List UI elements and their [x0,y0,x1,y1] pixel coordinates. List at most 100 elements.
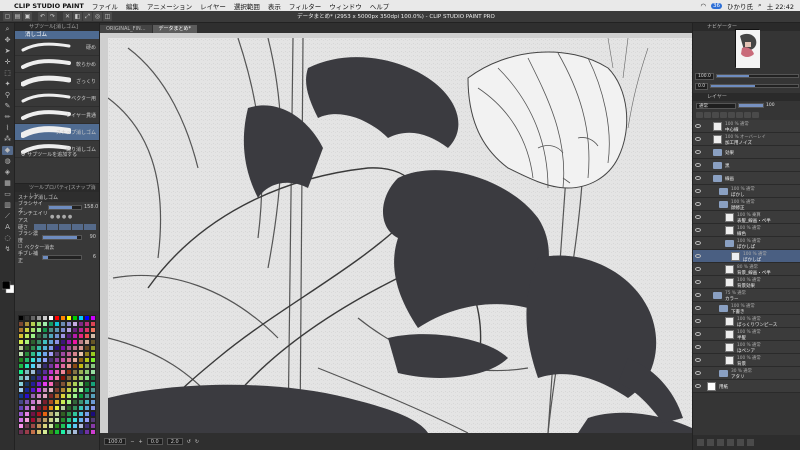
transform-icon[interactable]: ⤢ [83,12,92,21]
subtool-item[interactable]: 硬め [15,39,99,56]
menu-item-3[interactable]: レイヤー [200,1,226,11]
eye-icon[interactable] [695,332,701,336]
user-name[interactable]: ひかり氏 [727,1,753,11]
trash-icon[interactable] [747,439,754,446]
layer-move-icon[interactable]: ✛ [2,58,13,67]
density-slider[interactable] [42,234,82,240]
save-icon[interactable]: ▣ [23,12,32,21]
new-file-icon[interactable]: ▢ [3,12,12,21]
mask-add-icon[interactable] [737,439,744,446]
navigator-zoom-slider[interactable] [715,74,799,78]
app-name[interactable]: CLIP STUDIO PAINT [14,2,84,10]
layer-row[interactable]: 80 % 通常 背景_線画・ペ半 [693,263,800,276]
layer-row[interactable]: 100 % 通常 ぼっくりワンピース [693,315,800,328]
palette-color-icon[interactable] [752,111,759,118]
fill-icon[interactable]: ◧ [73,12,82,21]
position-readout[interactable]: 2.0 [166,438,183,445]
ruler-layer-icon[interactable] [744,111,751,118]
blend-icon[interactable]: ◍ [2,157,13,166]
add-subtool-button[interactable]: ⚙ サブツールを追加する [21,151,77,158]
navigator-rotation-slider[interactable] [710,84,799,88]
subtool-item[interactable]: 軟らかめ [15,56,99,73]
stabilization-slider[interactable] [42,254,82,260]
eye-icon[interactable] [695,280,701,284]
menu-item-2[interactable]: アニメーション [147,1,192,11]
eye-icon[interactable] [695,293,701,297]
eye-icon[interactable] [695,345,701,349]
eye-icon[interactable] [695,384,701,388]
color-swatch[interactable] [90,429,96,435]
eye-icon[interactable] [695,267,701,271]
eye-icon[interactable] [695,371,701,375]
zoom-readout[interactable]: 100.0 [104,438,127,445]
redo-icon[interactable]: ↷ [48,12,57,21]
search-icon[interactable]: ⌕ [758,1,762,10]
antialias-options[interactable]: ● ● ● ● [50,214,72,220]
layer-row[interactable]: 30 % 通常 アタリ [693,367,800,380]
wifi-icon[interactable]: ◠ [700,2,706,10]
subtool-item[interactable]: ベクター用 [15,90,99,107]
subtool-item[interactable]: ざっくり [15,73,99,90]
merge-down-icon[interactable] [727,439,734,446]
blend-mode-select[interactable]: 通常 [696,102,736,109]
move-tool-icon[interactable]: ✥ [2,36,13,45]
eye-icon[interactable] [695,150,701,154]
layer-opacity-value[interactable]: 100 [766,103,775,108]
fill-tool-icon[interactable]: ◈ [2,168,13,177]
document-tab-0[interactable]: ORIGINAL_FIN... [100,25,152,33]
layer-row[interactable]: 効果 [693,146,800,159]
eye-icon[interactable] [695,254,701,258]
operation-tool-icon[interactable]: ➤ [2,47,13,56]
menu-item-1[interactable]: 編集 [126,1,139,11]
layer-opacity-slider[interactable] [738,103,764,108]
eye-icon[interactable] [695,163,701,167]
menu-item-8[interactable]: ヘルプ [370,1,390,11]
eye-icon[interactable] [695,202,701,206]
menu-item-5[interactable]: 表示 [268,1,281,11]
layer-row[interactable]: 100 % 通常 半髪 [693,328,800,341]
stabilization-value[interactable]: 6 [84,254,96,260]
eye-icon[interactable] [695,124,701,128]
drawing-canvas[interactable] [108,38,692,433]
layer-row[interactable]: 100 % 通常 背景効果 [693,276,800,289]
auto-select-icon[interactable]: ✦ [2,80,13,89]
zoom-out-icon[interactable]: − [130,439,134,445]
density-value[interactable]: 90 [84,234,96,240]
navigator-zoom[interactable]: 100.0 [695,72,714,80]
balloon-icon[interactable]: ◌ [2,234,13,243]
pen-icon[interactable]: ✎ [2,102,13,111]
eye-icon[interactable] [695,319,701,323]
layer-row[interactable]: 100 % 通常 背景 [693,354,800,367]
eraser-icon[interactable]: ◆ [2,146,13,155]
menu-item-0[interactable]: ファイル [92,1,118,11]
mask-icon[interactable] [736,111,743,118]
layer-row[interactable]: 黒 [693,159,800,172]
open-file-icon[interactable]: ▤ [13,12,22,21]
layer-row[interactable]: 100 % 通常 下書き [693,302,800,315]
layer-row[interactable]: 100 % 通常 ぼかし [693,185,800,198]
lock-transparent-icon[interactable] [728,111,735,118]
clock[interactable]: 土 22:42 [767,1,794,11]
subtool-group-tab[interactable]: 消しゴム [15,31,99,39]
subtool-item[interactable]: レイヤー貫通 [15,107,99,124]
layer-row[interactable]: 100 % 通常 中心線 [693,120,800,133]
eyedropper-icon[interactable]: ⚲ [2,91,13,100]
new-vector-layer-icon[interactable] [707,439,714,446]
navigator-rotation[interactable]: 0.0 [695,82,709,90]
rotate-right-icon[interactable]: ↻ [195,439,199,445]
eye-icon[interactable] [695,358,701,362]
selection-icon[interactable]: ⬚ [2,69,13,78]
frame-icon[interactable]: ▥ [2,201,13,210]
lock-icon[interactable] [720,111,727,118]
layer-row[interactable]: 100 % 通常 ぼかしぱ [693,250,800,263]
layer-row[interactable]: 100 % 乗算 表髪_線画・ペ半 [693,211,800,224]
layer-row[interactable]: 100 % 通常 ぼかしぱ [693,237,800,250]
reference-icon[interactable] [704,111,711,118]
clip-icon[interactable] [696,111,703,118]
layer-row[interactable]: 100 % オーバーレイ 加工用ノイズ [693,133,800,146]
pencil-icon[interactable]: ✏ [2,113,13,122]
brush-size-slider[interactable] [48,204,82,210]
airbrush-icon[interactable]: ⁂ [2,135,13,144]
zoom-tool-icon[interactable]: ⌕ [2,25,13,34]
eye-icon[interactable] [695,306,701,310]
